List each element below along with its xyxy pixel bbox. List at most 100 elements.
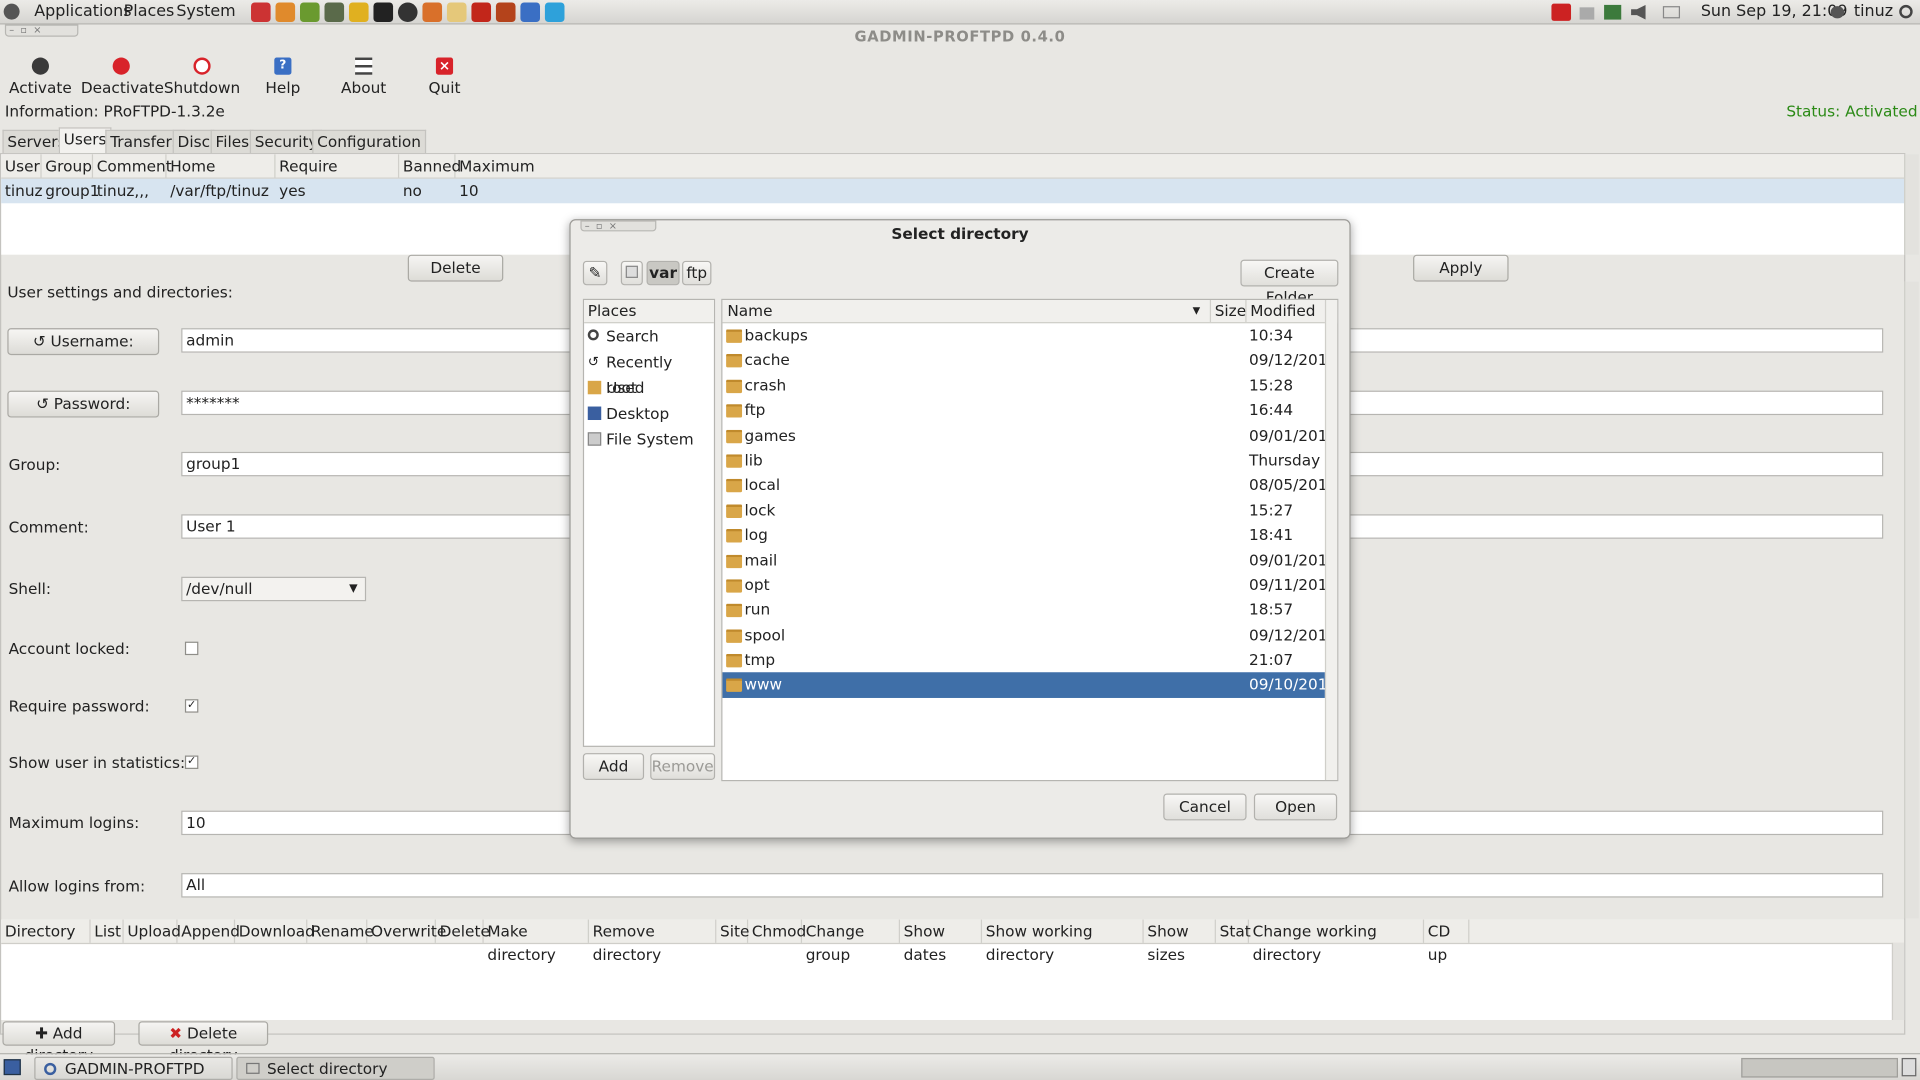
- place-search[interactable]: Search: [584, 323, 714, 349]
- column-header[interactable]: Remove directory: [589, 919, 717, 964]
- network-icon[interactable]: [1579, 7, 1595, 20]
- list-item[interactable]: local 08/05/2010: [722, 473, 1337, 498]
- taskbar-item-select-directory[interactable]: Select directory: [236, 1056, 435, 1080]
- apply-button[interactable]: Apply: [1413, 254, 1509, 282]
- allow-from-field[interactable]: All: [181, 873, 1884, 898]
- column-header[interactable]: Chmod: [748, 919, 806, 943]
- column-header[interactable]: Overwrite: [367, 919, 446, 943]
- list-item[interactable]: spool 09/12/2010: [722, 623, 1337, 648]
- list-item[interactable]: log 18:41: [722, 523, 1324, 548]
- file-list-scrollbar[interactable]: [1324, 300, 1338, 781]
- directories-table[interactable]: Directory List Upload Append Download Rename O…: [1, 919, 1905, 1021]
- list-item[interactable]: mail 09/01/2010: [722, 548, 1337, 573]
- launcher-icon[interactable]: [446, 2, 467, 23]
- tab-disc[interactable]: Disc: [172, 129, 215, 154]
- users-table-scrollbar[interactable]: [1904, 154, 1919, 255]
- add-place-button[interactable]: Add: [582, 753, 645, 781]
- column-header[interactable]: Comment: [93, 154, 172, 178]
- path-button-var[interactable]: var: [646, 260, 680, 286]
- about-button[interactable]: About: [323, 54, 404, 97]
- column-header[interactable]: Banned: [399, 154, 461, 178]
- file-list[interactable]: Name ▼ Size Modified backups 10:34 cache 09…: [721, 298, 1339, 782]
- launcher-icon[interactable]: [300, 2, 320, 23]
- cancel-button[interactable]: Cancel: [1163, 793, 1247, 821]
- workspace-switcher[interactable]: [1741, 1057, 1898, 1078]
- column-header[interactable]: Change working directory: [1249, 919, 1425, 964]
- mail-icon[interactable]: [1662, 6, 1681, 19]
- column-header[interactable]: Maximum connections: [456, 154, 615, 199]
- launcher-icon[interactable]: [348, 2, 369, 23]
- list-item[interactable]: tmp 21:07: [722, 648, 1324, 673]
- create-folder-button[interactable]: Create Folder: [1240, 259, 1339, 306]
- column-header[interactable]: Append: [178, 919, 240, 943]
- quit-button[interactable]: × Quit: [404, 54, 485, 97]
- column-header[interactable]: Show dates: [900, 919, 983, 964]
- tray-icons[interactable]: [1545, 3, 1681, 21]
- list-item[interactable]: games 09/01/2010: [722, 423, 1337, 448]
- clock[interactable]: Sun Sep 19, 21:09: [1701, 2, 1848, 20]
- launcher-icon[interactable]: [495, 2, 516, 23]
- launcher-icon[interactable]: [275, 2, 296, 23]
- launcher-icon[interactable]: [324, 2, 345, 23]
- launcher-icon[interactable]: [251, 2, 271, 23]
- list-item[interactable]: backups 10:34: [722, 323, 1324, 348]
- path-button-ftp[interactable]: ftp: [682, 260, 712, 286]
- volume-icon[interactable]: [1631, 4, 1646, 20]
- place-desktop[interactable]: Desktop: [584, 400, 714, 426]
- column-modified[interactable]: Modified: [1245, 300, 1316, 323]
- column-header[interactable]: Home directory: [167, 154, 276, 198]
- list-item[interactable]: lib Thursday: [722, 448, 1324, 473]
- user-name[interactable]: tinuz: [1854, 2, 1893, 20]
- column-header[interactable]: Require password: [276, 154, 400, 198]
- column-header[interactable]: Show working directory: [982, 919, 1144, 964]
- launcher-icon[interactable]: [422, 2, 443, 23]
- launcher-icon[interactable]: [397, 2, 418, 23]
- directories-scrollbar[interactable]: [1891, 942, 1905, 1021]
- tab-files[interactable]: Files: [210, 129, 255, 154]
- column-header[interactable]: Rename: [307, 919, 374, 943]
- list-item[interactable]: lock 15:27: [722, 498, 1324, 523]
- chat-icon[interactable]: [1830, 6, 1845, 19]
- column-header[interactable]: CD up: [1424, 919, 1470, 964]
- place-file-system[interactable]: File System: [584, 426, 714, 452]
- taskbar-item-gadmin[interactable]: GADMIN-PROFTPD 0.4.0: [34, 1056, 233, 1080]
- terminal-icon[interactable]: [373, 2, 394, 23]
- help-button[interactable]: ? Help: [242, 54, 323, 97]
- column-header[interactable]: Site: [716, 919, 749, 943]
- remove-place-button[interactable]: Remove: [650, 753, 716, 781]
- tab-configuration[interactable]: Configuration: [312, 129, 426, 154]
- column-header[interactable]: Upload: [124, 919, 181, 943]
- account-locked-checkbox[interactable]: [184, 641, 199, 656]
- username-button[interactable]: ↺ Username:: [7, 328, 160, 356]
- list-item[interactable]: opt 09/11/2010: [722, 573, 1337, 598]
- column-header[interactable]: Directory: [1, 919, 91, 943]
- edit-path-button[interactable]: ✎: [582, 260, 608, 286]
- list-item[interactable]: crash 15:28: [722, 373, 1324, 398]
- column-header[interactable]: User: [1, 154, 42, 178]
- place-recently-used[interactable]: ↺ Recently Used: [584, 349, 714, 397]
- open-button[interactable]: Open: [1253, 793, 1338, 821]
- settings-scrollbar[interactable]: [1904, 281, 1919, 919]
- column-header[interactable]: Show sizes: [1144, 919, 1216, 964]
- list-item[interactable]: cache 09/12/2010: [722, 348, 1337, 373]
- menu-applications[interactable]: Applications: [34, 2, 131, 20]
- update-icon[interactable]: [1551, 3, 1572, 21]
- column-header[interactable]: Group: [42, 154, 94, 178]
- shell-select[interactable]: /dev/null ▼: [181, 576, 367, 602]
- monitor-icon[interactable]: [1604, 4, 1622, 20]
- gnome-foot-icon[interactable]: [3, 3, 20, 20]
- add-directory-button[interactable]: ✚ Add directory: [2, 1021, 116, 1064]
- list-item[interactable]: run 18:57: [722, 598, 1324, 623]
- path-root-button[interactable]: [620, 260, 643, 286]
- place-root[interactable]: root: [584, 375, 714, 401]
- list-item[interactable]: www 09/10/2010: [722, 672, 1337, 698]
- column-header[interactable]: Make directory: [484, 919, 589, 964]
- delete-user-button[interactable]: Delete: [407, 254, 504, 282]
- column-header[interactable]: List: [91, 919, 124, 943]
- require-password-checkbox[interactable]: ✓: [184, 699, 199, 713]
- column-name[interactable]: Name: [727, 300, 772, 322]
- column-header[interactable]: Stat: [1216, 919, 1251, 943]
- column-header[interactable]: Change group: [802, 919, 901, 964]
- deactivate-button[interactable]: Deactivate: [81, 54, 164, 97]
- power-icon[interactable]: [1899, 4, 1913, 19]
